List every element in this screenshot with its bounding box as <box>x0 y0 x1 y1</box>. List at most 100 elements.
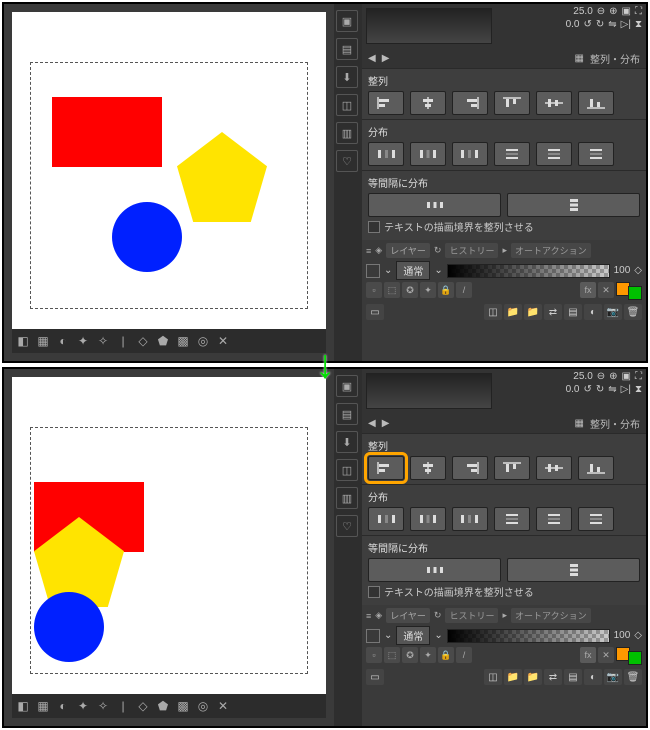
nav-icon[interactable]: ▶ <box>382 53 390 64</box>
opacity-slider[interactable] <box>447 629 610 643</box>
tool-icon[interactable]: ✦ <box>74 332 92 350</box>
dropdown-icon[interactable]: ⌄ <box>434 630 442 641</box>
new-folder-icon[interactable]: 📁 <box>504 304 522 320</box>
palette-icon[interactable]: ◫ <box>336 94 358 116</box>
shape-circle[interactable] <box>34 592 104 662</box>
palette-icon[interactable]: ♡ <box>336 150 358 172</box>
tab-layers[interactable]: レイヤー <box>386 243 430 258</box>
new-layer-icon[interactable]: ◫ <box>484 304 502 320</box>
align-right-button[interactable] <box>452 91 488 115</box>
even-vertical-button[interactable] <box>507 558 640 582</box>
align-hcenter-button[interactable] <box>410 456 446 480</box>
lock-alpha-icon[interactable]: 🔒 <box>438 282 454 298</box>
layers-icon[interactable]: ◈ <box>375 610 382 621</box>
camera-icon[interactable]: 📷 <box>604 304 622 320</box>
navigator-preview[interactable] <box>366 373 492 409</box>
layer-color-swatch[interactable] <box>366 264 380 278</box>
new-folder-icon[interactable]: 📁 <box>524 669 542 685</box>
align-top-button[interactable] <box>494 456 530 480</box>
tool-icon[interactable]: ◐ <box>54 697 72 715</box>
auto-icon[interactable]: ▸ <box>502 245 507 256</box>
palette-icon[interactable]: ▥ <box>336 487 358 509</box>
mask-add-icon[interactable]: ◐ <box>584 669 602 685</box>
nav-icon[interactable]: ◀ <box>368 418 376 429</box>
bg-color[interactable] <box>628 286 642 300</box>
tool-icon[interactable]: ◐ <box>54 332 72 350</box>
tab-history[interactable]: ヒストリー <box>445 608 498 623</box>
rotate-cw-icon[interactable]: ↻ <box>596 384 604 395</box>
zoom-out-icon[interactable]: ⊖ <box>597 6 605 17</box>
zoom-fit-icon[interactable]: ▣ <box>622 6 631 17</box>
history-icon[interactable]: ↻ <box>434 610 442 621</box>
shape-circle[interactable] <box>112 202 182 272</box>
skip-icon[interactable]: ▷| <box>621 384 631 395</box>
menu-icon[interactable]: ≡ <box>366 611 371 621</box>
ruler-icon[interactable]: / <box>456 647 472 663</box>
align-hcenter-button[interactable] <box>410 91 446 115</box>
lock-icon[interactable]: ⬚ <box>384 282 400 298</box>
tab-icon[interactable]: ▦ <box>575 53 584 64</box>
skip-icon[interactable]: ▷| <box>621 19 631 30</box>
tool-icon[interactable]: ✧ <box>94 332 112 350</box>
distribute-bottom-button[interactable] <box>578 507 614 531</box>
align-bottom-button[interactable] <box>578 91 614 115</box>
lock-icon[interactable]: ▫ <box>366 282 382 298</box>
tool-icon[interactable]: | <box>114 697 132 715</box>
expand-icon[interactable]: ⛶ <box>635 371 642 382</box>
dropdown-icon[interactable]: ⌄ <box>434 265 442 276</box>
nav-icon[interactable]: ▶ <box>382 418 390 429</box>
pin-icon[interactable]: ✪ <box>402 647 418 663</box>
blend-mode-select[interactable]: 通常 <box>396 626 430 645</box>
navigator-preview[interactable] <box>366 8 492 44</box>
tab-align[interactable]: 整列・分布 <box>590 51 640 66</box>
zoom-in-icon[interactable]: ⊕ <box>609 371 617 382</box>
layers-icon[interactable]: ◈ <box>375 245 382 256</box>
wand-icon[interactable]: ✦ <box>420 282 436 298</box>
zoom-fit-icon[interactable]: ▣ <box>622 371 631 382</box>
distribute-right-button[interactable] <box>452 507 488 531</box>
tool-icon[interactable]: ◧ <box>14 697 32 715</box>
distribute-left-button[interactable] <box>368 142 404 166</box>
align-left-button[interactable] <box>368 91 404 115</box>
align-vcenter-button[interactable] <box>536 456 572 480</box>
tool-icon[interactable]: ✧ <box>94 697 112 715</box>
palette-icon[interactable]: ◫ <box>336 459 358 481</box>
even-horizontal-button[interactable] <box>368 193 501 217</box>
hourglass-icon[interactable]: ⧗ <box>635 19 642 30</box>
tool-icon[interactable]: ▦ <box>34 697 52 715</box>
align-bottom-button[interactable] <box>578 456 614 480</box>
trash-icon[interactable]: 🗑 <box>624 669 642 685</box>
rotate-ccw-icon[interactable]: ↺ <box>584 384 592 395</box>
lock-icon[interactable]: ▫ <box>366 647 382 663</box>
palette-icon[interactable]: ▣ <box>336 10 358 32</box>
zoom-out-icon[interactable]: ⊖ <box>597 371 605 382</box>
canvas[interactable] <box>12 12 326 329</box>
opacity-stepper[interactable]: ◇ <box>634 630 642 641</box>
new-folder-icon[interactable]: 📁 <box>524 304 542 320</box>
align-top-button[interactable] <box>494 91 530 115</box>
hourglass-icon[interactable]: ⧗ <box>635 384 642 395</box>
align-left-button[interactable] <box>368 456 404 480</box>
opacity-slider[interactable] <box>447 264 610 278</box>
mask-icon[interactable]: ✕ <box>598 282 614 298</box>
bg-color[interactable] <box>628 651 642 665</box>
tab-align[interactable]: 整列・分布 <box>590 416 640 431</box>
palette-icon[interactable]: ⬇ <box>336 431 358 453</box>
mask-add-icon[interactable]: ◐ <box>584 304 602 320</box>
palette-icon[interactable]: ⬇ <box>336 66 358 88</box>
distribute-right-button[interactable] <box>452 142 488 166</box>
fx-icon[interactable]: fx <box>580 647 596 663</box>
text-bounds-checkbox[interactable] <box>368 586 380 598</box>
distribute-hcenter-button[interactable] <box>410 142 446 166</box>
distribute-hcenter-button[interactable] <box>410 507 446 531</box>
flip-icon[interactable]: ⇋ <box>608 384 616 395</box>
even-vertical-button[interactable] <box>507 193 640 217</box>
align-vcenter-button[interactable] <box>536 91 572 115</box>
history-icon[interactable]: ↻ <box>434 245 442 256</box>
zoom-in-icon[interactable]: ⊕ <box>609 6 617 17</box>
menu-icon[interactable]: ≡ <box>366 246 371 256</box>
layer-color-swatch[interactable] <box>366 629 380 643</box>
merge-icon[interactable]: ▤ <box>564 304 582 320</box>
shape-rectangle[interactable] <box>52 97 162 167</box>
palette-icon[interactable]: ▤ <box>336 38 358 60</box>
